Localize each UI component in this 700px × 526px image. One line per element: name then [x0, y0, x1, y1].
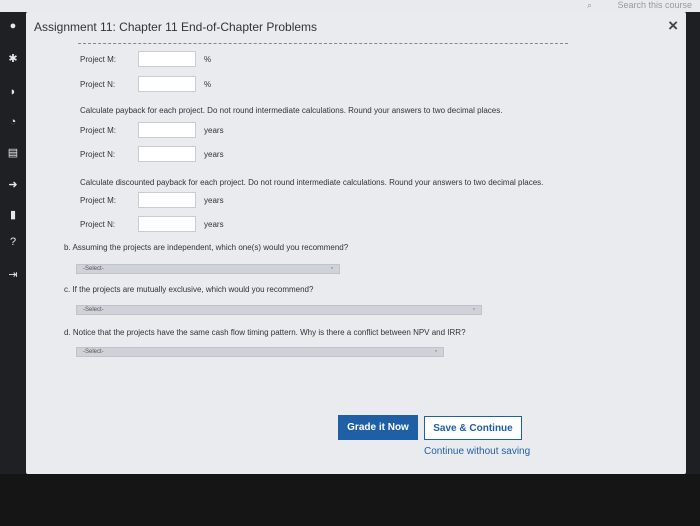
- help-icon[interactable]: ?: [0, 236, 26, 248]
- document-icon[interactable]: ▮: [0, 208, 26, 221]
- star-icon[interactable]: ✱: [0, 52, 26, 65]
- question-c-select[interactable]: -Select- ◦: [76, 305, 482, 315]
- question-c-select-value: -Select-: [83, 307, 104, 313]
- payback-project-m-label: Project M:: [80, 125, 117, 135]
- discounted-project-m-input[interactable]: [138, 192, 196, 208]
- grade-it-now-button[interactable]: Grade it Now: [338, 415, 418, 440]
- user-icon[interactable]: ●: [0, 20, 26, 32]
- clock-icon[interactable]: ◔: [0, 116, 26, 128]
- payback-project-n-label: Project N:: [80, 149, 116, 159]
- discounted-project-m-row: Project M: years: [80, 192, 224, 208]
- bottom-band: [0, 474, 700, 526]
- payback-project-n-unit: years: [204, 149, 224, 159]
- payback-instruction: Calculate payback for each project. Do n…: [80, 106, 503, 115]
- discounted-payback-instruction: Calculate discounted payback for each pr…: [80, 178, 544, 187]
- question-c-text: c. If the projects are mutually exclusiv…: [64, 285, 314, 294]
- exit-icon[interactable]: ⇥: [0, 268, 26, 281]
- irr-project-m-label: Project M:: [80, 54, 117, 64]
- discounted-project-n-unit: years: [204, 219, 224, 229]
- dialog-title: Assignment 11: Chapter 11 End-of-Chapter…: [34, 20, 318, 34]
- continue-without-saving-link[interactable]: Continue without saving: [424, 446, 530, 457]
- right-edge: [686, 12, 700, 474]
- search-icon[interactable]: ⌕: [587, 0, 592, 11]
- discounted-project-m-label: Project M:: [80, 195, 117, 205]
- chevron-down-icon: ◦: [330, 265, 333, 272]
- calendar-icon[interactable]: ▤: [0, 146, 26, 159]
- left-rail: ● ✱ ◗ ◔ ▤ ➜ ▮ ? ⇥: [0, 12, 26, 474]
- question-d-text: d. Notice that the projects have the sam…: [64, 328, 466, 337]
- question-b-text: b. Assuming the projects are independent…: [64, 243, 349, 252]
- irr-project-n-label: Project N:: [80, 79, 116, 89]
- question-d-select[interactable]: -Select- ◦: [76, 347, 444, 357]
- payback-project-m-row: Project M: years: [80, 122, 224, 138]
- discounted-project-m-unit: years: [204, 195, 224, 205]
- arrow-icon[interactable]: ➜: [0, 178, 26, 191]
- close-icon[interactable]: ×: [668, 16, 678, 36]
- discounted-project-n-row: Project N: years: [80, 216, 224, 232]
- payback-project-m-unit: years: [204, 125, 224, 135]
- search-course-link[interactable]: Search this course: [617, 0, 692, 10]
- irr-project-m-input[interactable]: [138, 51, 196, 67]
- question-b-select[interactable]: -Select- ◦: [76, 264, 340, 274]
- message-icon[interactable]: ◗: [0, 86, 26, 98]
- chevron-down-icon: ◦: [472, 306, 475, 313]
- payback-project-n-row: Project N: years: [80, 146, 224, 162]
- question-d-select-value: -Select-: [83, 349, 104, 355]
- title-divider: [78, 43, 568, 44]
- irr-project-n-unit: %: [204, 79, 212, 89]
- payback-project-m-input[interactable]: [138, 122, 196, 138]
- irr-project-n-row: Project N: %: [80, 76, 211, 92]
- discounted-project-n-label: Project N:: [80, 219, 116, 229]
- irr-project-m-row: Project M: %: [80, 51, 211, 67]
- discounted-project-n-input[interactable]: [138, 216, 196, 232]
- top-strip: ⌕ Search this course: [0, 0, 700, 12]
- save-and-continue-button[interactable]: Save & Continue: [424, 416, 522, 440]
- irr-project-m-unit: %: [204, 54, 212, 64]
- chevron-down-icon: ◦: [434, 348, 437, 355]
- irr-project-n-input[interactable]: [138, 76, 196, 92]
- question-b-select-value: -Select-: [83, 266, 104, 272]
- assignment-dialog: Assignment 11: Chapter 11 End-of-Chapter…: [26, 12, 686, 474]
- payback-project-n-input[interactable]: [138, 146, 196, 162]
